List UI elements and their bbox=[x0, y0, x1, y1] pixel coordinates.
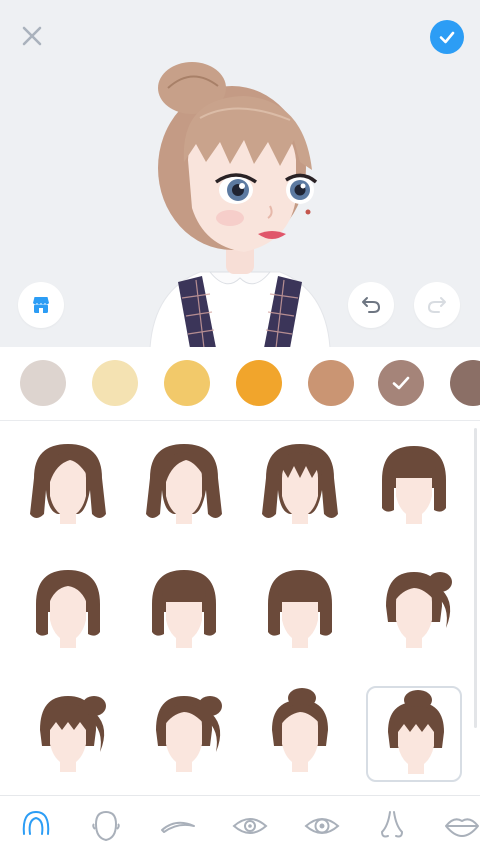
hairstyle-thumbnail bbox=[146, 444, 222, 524]
eyebrow-icon bbox=[161, 821, 195, 833]
face-shape-icon bbox=[92, 810, 120, 842]
store-icon bbox=[33, 297, 49, 313]
avatar-preview bbox=[0, 0, 480, 347]
redo-button[interactable] bbox=[414, 282, 460, 328]
color-swatch[interactable] bbox=[308, 360, 354, 406]
shop-button[interactable] bbox=[18, 282, 64, 328]
tab-lips[interactable] bbox=[442, 806, 480, 844]
hair-icon bbox=[22, 810, 50, 835]
scrollbar[interactable] bbox=[474, 428, 477, 728]
tab-eye[interactable] bbox=[230, 806, 270, 844]
lips-icon bbox=[445, 818, 479, 837]
tab-eye-color[interactable] bbox=[302, 806, 342, 844]
eye-icon bbox=[232, 818, 268, 834]
check-icon bbox=[392, 376, 410, 390]
divider bbox=[0, 420, 480, 421]
eye-color-icon bbox=[304, 818, 340, 834]
undo-icon bbox=[362, 297, 381, 313]
color-swatch[interactable] bbox=[236, 360, 282, 406]
hairstyle-thumbnail bbox=[156, 696, 222, 772]
hairstyle-option[interactable] bbox=[20, 686, 116, 782]
hairstyle-grid bbox=[0, 420, 480, 795]
tab-eyebrow[interactable] bbox=[158, 806, 198, 844]
hairstyle-thumbnail bbox=[386, 572, 452, 648]
hairstyle-option[interactable] bbox=[366, 686, 462, 782]
close-button[interactable] bbox=[16, 20, 48, 52]
color-swatch[interactable] bbox=[450, 360, 480, 406]
hairstyle-thumbnail bbox=[36, 570, 100, 648]
check-icon bbox=[439, 31, 455, 44]
hairstyle-thumbnail bbox=[262, 444, 338, 524]
hairstyle-option[interactable] bbox=[252, 438, 348, 534]
hairstyle-thumbnail bbox=[268, 570, 332, 648]
hairstyle-thumbnail bbox=[382, 446, 446, 524]
tab-hair[interactable] bbox=[16, 806, 56, 844]
hairstyle-thumbnail bbox=[152, 570, 216, 648]
hair-color-palette bbox=[0, 347, 480, 420]
hairstyle-option[interactable] bbox=[20, 438, 116, 534]
color-swatch[interactable] bbox=[92, 360, 138, 406]
category-tab-bar bbox=[0, 795, 480, 853]
avatar-image bbox=[149, 62, 331, 347]
color-swatch[interactable] bbox=[378, 360, 424, 406]
nose-icon bbox=[380, 811, 404, 838]
hairstyle-option[interactable] bbox=[20, 562, 116, 658]
hairstyle-option[interactable] bbox=[136, 438, 232, 534]
hairstyle-option[interactable] bbox=[366, 438, 462, 534]
hairstyle-option[interactable] bbox=[252, 686, 348, 782]
undo-button[interactable] bbox=[348, 282, 394, 328]
hairstyle-option[interactable] bbox=[136, 562, 232, 658]
hairstyle-option[interactable] bbox=[136, 686, 232, 782]
hairstyle-thumbnail bbox=[272, 688, 328, 772]
color-swatch[interactable] bbox=[164, 360, 210, 406]
hairstyle-thumbnail bbox=[388, 690, 444, 774]
hairstyle-option[interactable] bbox=[366, 562, 462, 658]
confirm-button[interactable] bbox=[430, 20, 464, 54]
close-icon bbox=[22, 26, 42, 46]
hairstyle-thumbnail bbox=[40, 696, 106, 772]
tab-face-shape[interactable] bbox=[86, 806, 126, 844]
redo-icon bbox=[427, 297, 446, 313]
hairstyle-thumbnail bbox=[30, 444, 106, 524]
color-swatch[interactable] bbox=[20, 360, 66, 406]
hairstyle-option[interactable] bbox=[252, 562, 348, 658]
tab-nose[interactable] bbox=[372, 806, 412, 844]
